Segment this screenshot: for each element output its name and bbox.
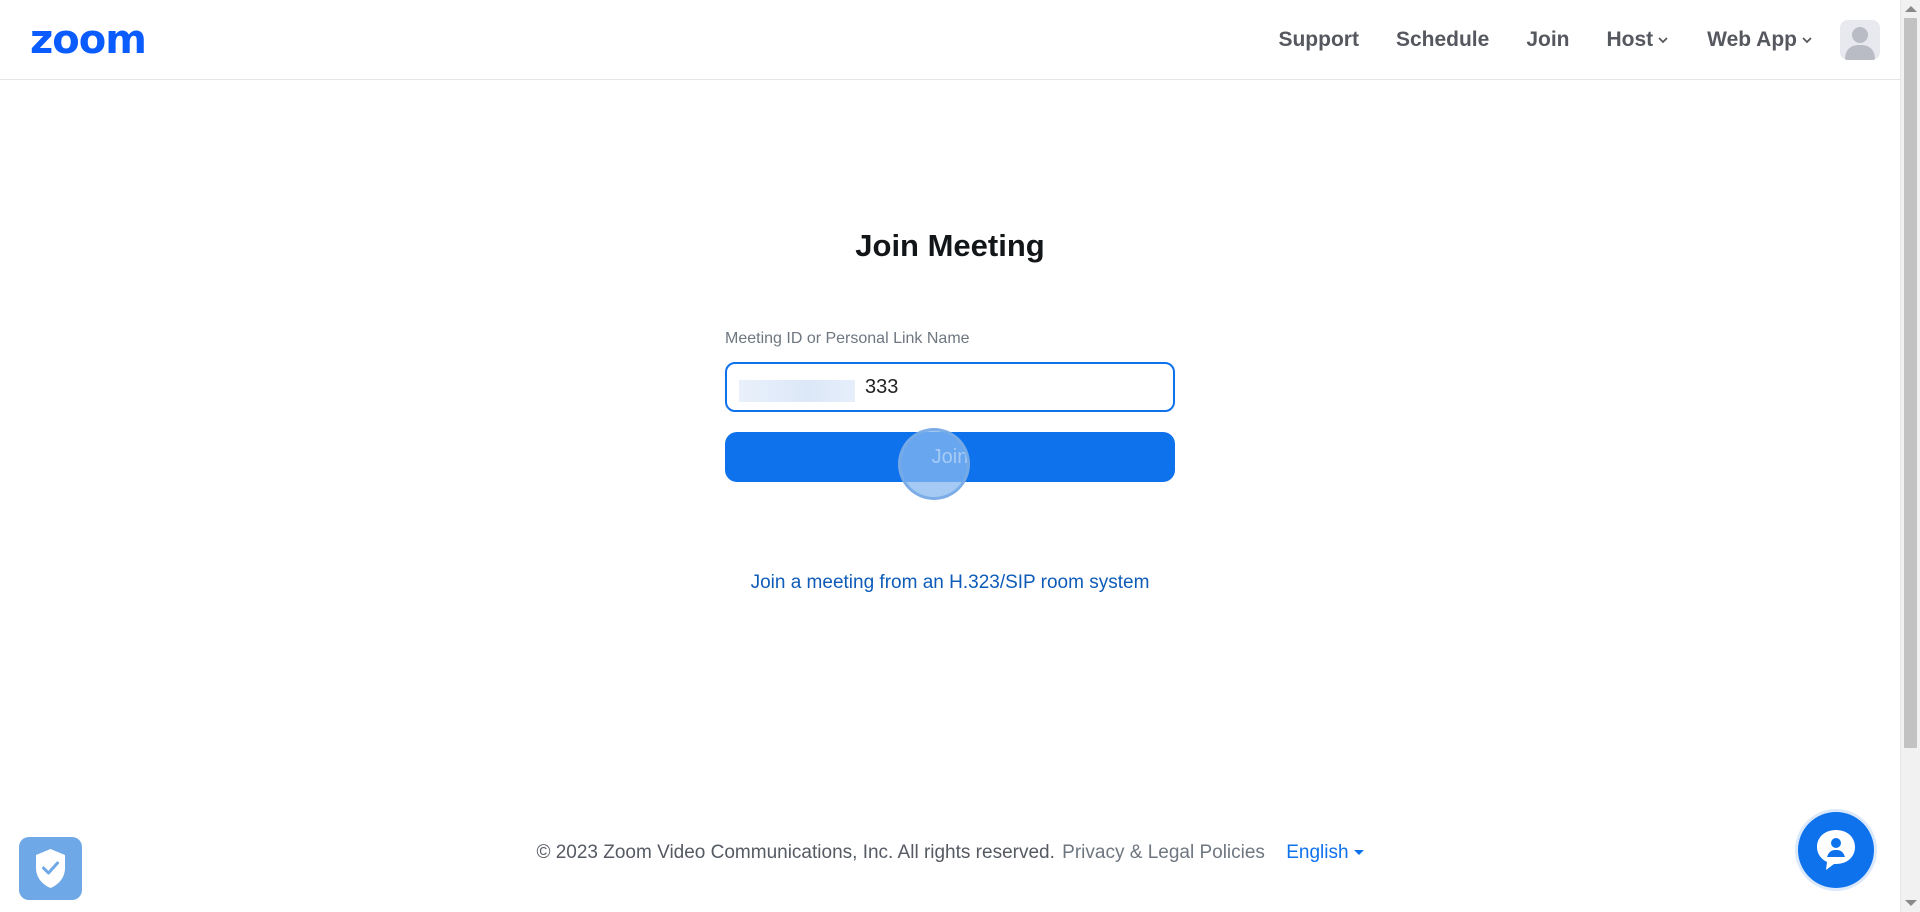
nav-host-label: Host [1606,28,1654,51]
footer: © 2023 Zoom Video Communications, Inc. A… [0,842,1900,864]
shield-glyph-icon [36,849,65,888]
zoom-logo[interactable]: zoom [30,20,147,60]
copyright-text: © 2023 Zoom Video Communications, Inc. A… [536,842,1055,863]
user-avatar-icon[interactable] [1840,20,1880,60]
avatar-silhouette-icon [1845,27,1875,60]
scroll-up-icon[interactable] [1905,6,1917,12]
privacy-legal-link[interactable]: Privacy & Legal Policies [1062,842,1265,863]
scroll-thumb[interactable] [1904,18,1917,748]
shield-check-icon[interactable] [19,837,82,900]
chevron-down-icon [1658,37,1668,44]
vertical-scrollbar[interactable] [1900,0,1920,912]
nav-support-label: Support [1278,28,1359,51]
nav-schedule-label: Schedule [1395,28,1490,51]
chevron-down-icon [1802,37,1812,44]
redacted-text-mask [739,380,855,402]
join-button[interactable]: Join [725,432,1175,482]
nav-join[interactable]: Join [1526,28,1569,52]
nav-join-label: Join [1526,28,1570,51]
nav-web-app-label: Web App [1707,28,1797,51]
chat-bot-icon[interactable] [1798,812,1874,888]
top-navigation-bar: zoom Support Schedule Join Host Web App [0,0,1900,80]
main-nav: Support Schedule Join Host Web App [1278,14,1880,66]
scroll-down-icon[interactable] [1905,900,1917,906]
page-title: Join Meeting [855,228,1045,263]
chat-glyph-icon [1817,830,1855,870]
nav-schedule[interactable]: Schedule [1396,28,1489,52]
nav-support[interactable]: Support [1278,28,1358,52]
meeting-id-label: Meeting ID or Personal Link Name [725,330,970,347]
nav-web-app-dropdown[interactable]: Web App [1707,28,1814,52]
nav-host-dropdown[interactable]: Host [1607,28,1671,52]
language-selector[interactable]: English [1286,842,1364,863]
language-label: English [1286,842,1349,863]
sip-room-system-link[interactable]: Join a meeting from an H.323/SIP room sy… [0,572,1900,594]
caret-down-icon [1353,850,1364,856]
